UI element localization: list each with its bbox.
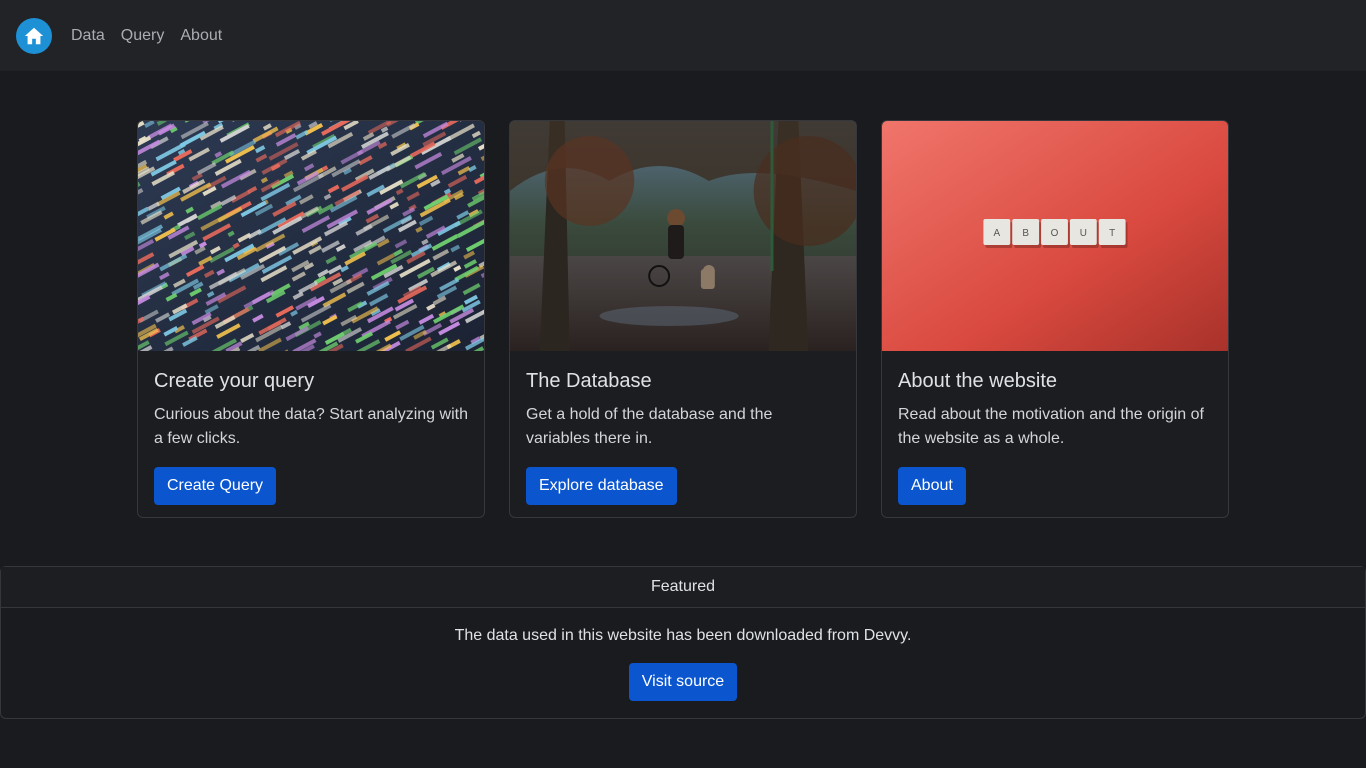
navbar: Data Query About [0, 0, 1366, 71]
letter-tile-label: U [1080, 228, 1087, 239]
home-icon [24, 27, 44, 44]
park-walk-photo [510, 121, 856, 351]
card-text: Get a hold of the database and the varia… [526, 406, 773, 447]
card-text: Curious about the data? Start analyzing … [154, 406, 468, 447]
query-card: Create your query Curious about the data… [137, 120, 485, 518]
featured-panel: Featured The data used in this website h… [0, 566, 1366, 719]
card-title: The Database [526, 370, 652, 392]
featured-text: The data used in this website has been d… [454, 627, 912, 644]
nav-link-data[interactable]: Data [71, 27, 105, 44]
create-query-button[interactable]: Create Query [154, 467, 277, 505]
about-card: A B O U T About the website Read about the m… [881, 120, 1229, 518]
card-row: Create your query Curious about the data… [137, 120, 1229, 518]
about-button[interactable]: About [898, 467, 966, 505]
database-card: The Database Get a hold of the database … [509, 120, 857, 518]
letter-tile-label: T [1109, 228, 1115, 239]
card-title: Create your query [154, 370, 315, 392]
code-screen-photo [138, 121, 484, 351]
nav-link-query[interactable]: Query [121, 27, 165, 44]
letter-tile-label: A [994, 228, 1001, 239]
featured-header: Featured [1, 567, 1365, 608]
home-logo-button[interactable] [16, 17, 52, 54]
explore-database-button[interactable]: Explore database [526, 467, 677, 505]
about-tiles-photo: ABOUT [882, 121, 1228, 351]
card-title: About the website [898, 370, 1057, 392]
letter-tile-label: O [1051, 228, 1059, 239]
card-text: Read about the motivation and the origin… [898, 406, 1204, 447]
nav-link-about[interactable]: About [180, 27, 222, 44]
visit-source-button[interactable]: Visit source [628, 663, 738, 701]
letter-tile-label: B [1022, 228, 1029, 239]
